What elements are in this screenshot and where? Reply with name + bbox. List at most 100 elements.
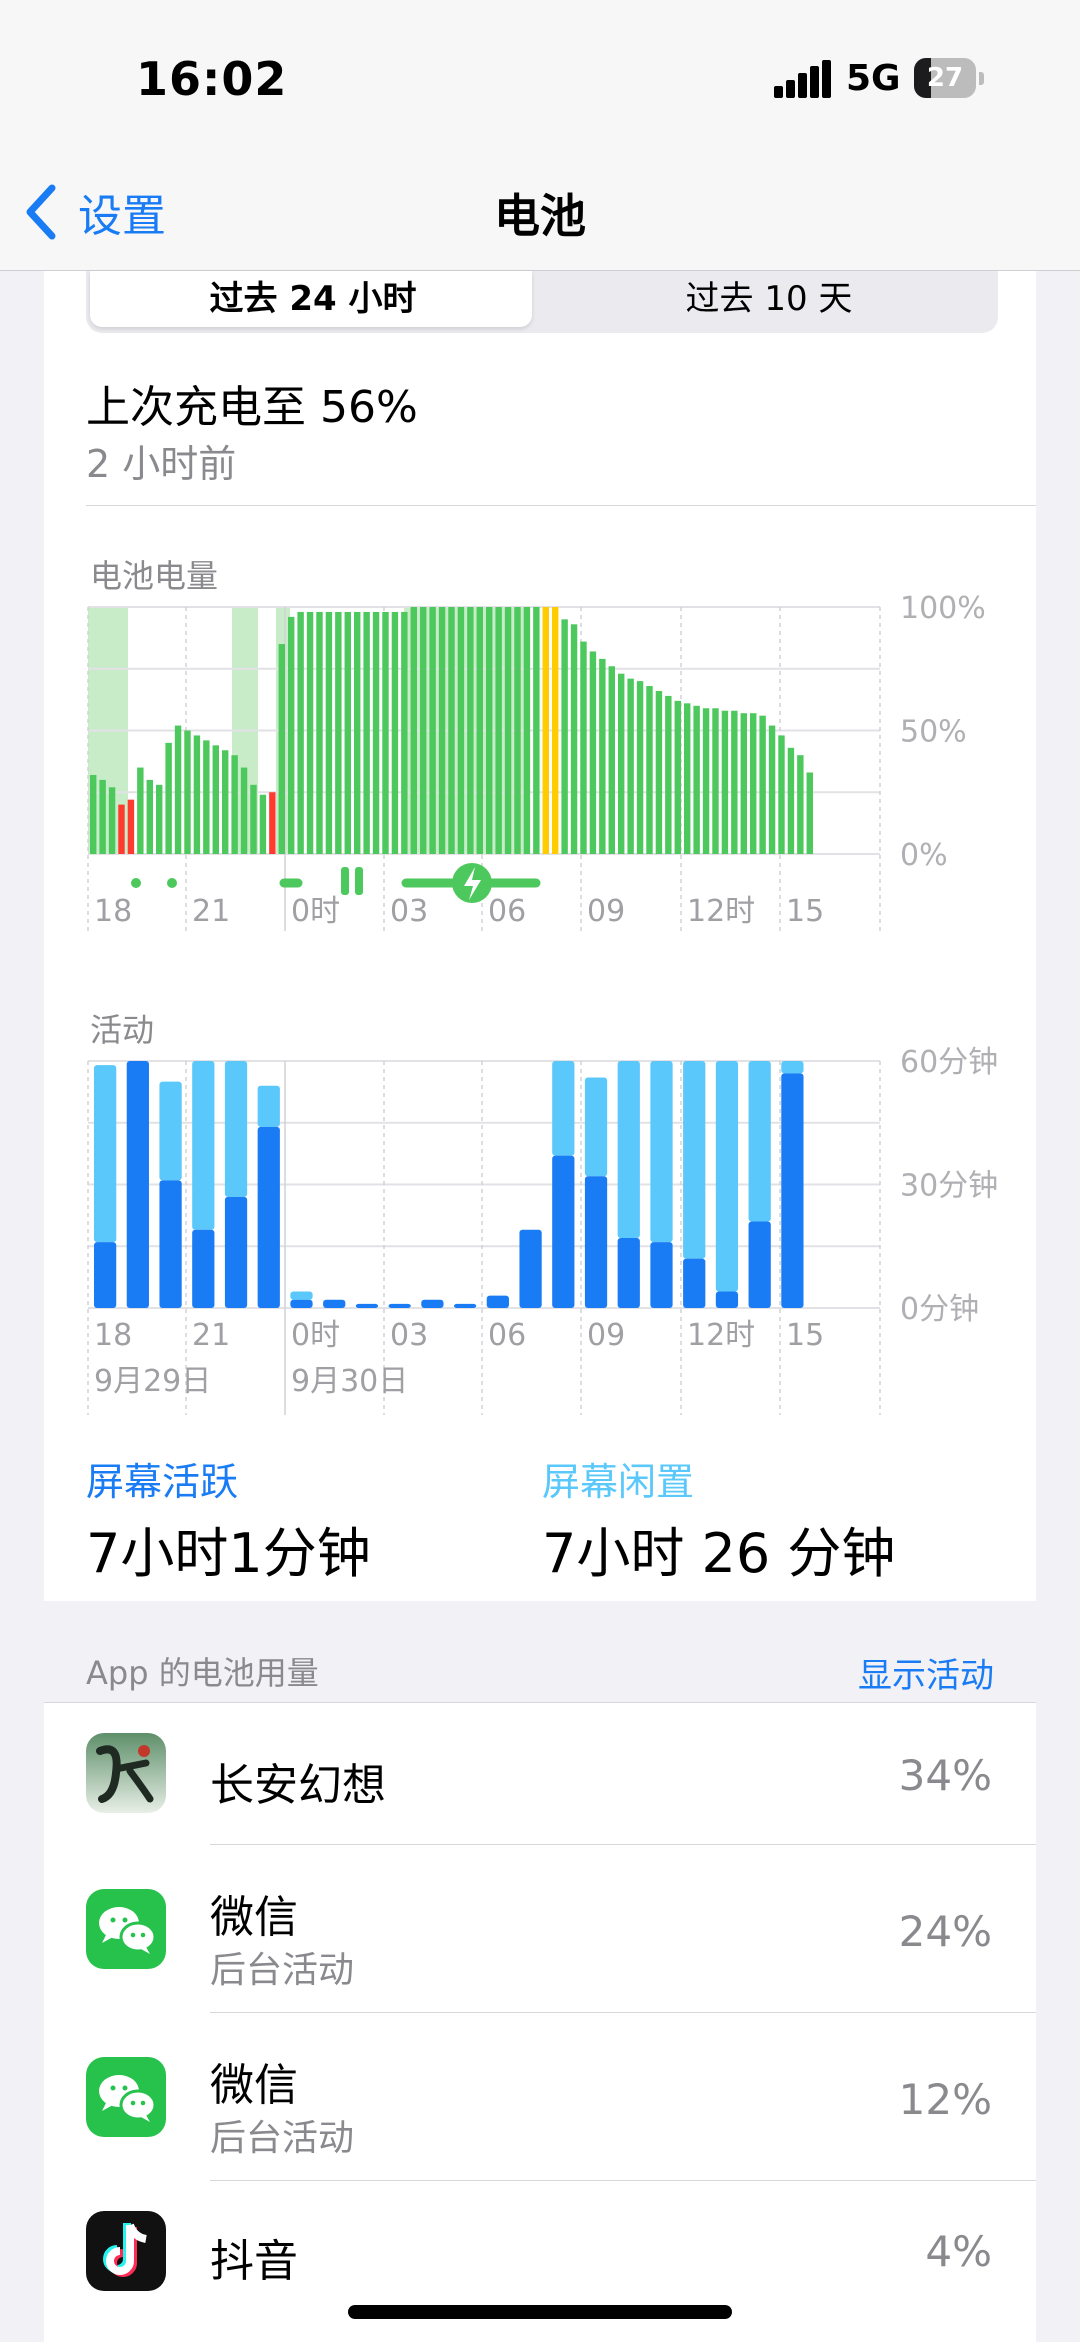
battery-bar (325, 611, 333, 854)
douyin-icon (86, 2211, 166, 2291)
battery-bar (156, 784, 163, 854)
battery-bar (429, 607, 436, 854)
active-bar (355, 1303, 379, 1308)
battery-bar (193, 735, 201, 854)
x-tick-label: 03 (390, 1318, 428, 1353)
active-bar (781, 1073, 804, 1308)
idle-bar (257, 1085, 280, 1127)
x-tick-label: 15 (786, 1318, 824, 1353)
app-subtitle: 后台活动 (210, 2118, 355, 2159)
battery-bar (363, 611, 370, 854)
screen-idle-value: 7小时 26 分钟 (542, 1522, 896, 1585)
battery-bar (184, 730, 191, 854)
app-usage-header: App 的电池用量 (86, 1654, 319, 1692)
battery-bar (401, 611, 408, 854)
idle-bar (683, 1061, 706, 1259)
screen-idle-label: 屏幕闲置 (542, 1460, 695, 1504)
x-tick-label: 09 (587, 1318, 625, 1353)
x-tick-label: 21 (192, 1318, 230, 1353)
idle-bar (584, 1077, 608, 1177)
battery-bar (523, 607, 531, 854)
app-row-douyin[interactable]: 抖音 4% (44, 2181, 1036, 2323)
y-tick-label: 0分钟 (900, 1292, 979, 1327)
app-name: 微信 (210, 1892, 298, 1943)
battery-bar (448, 607, 455, 854)
battery-bar (278, 644, 285, 854)
show-activity-button[interactable]: 显示活动 (858, 1648, 994, 1697)
active-bar (683, 1258, 706, 1308)
y-tick-label: 30分钟 (900, 1169, 998, 1204)
idle-bar (290, 1291, 313, 1300)
battery-bar (288, 616, 295, 854)
app-name: 抖音 (210, 2236, 298, 2287)
battery-bar (203, 740, 210, 854)
app-row-wechat-2[interactable]: 微信 后台活动 12% (44, 2013, 1036, 2181)
battery-bar (599, 658, 606, 854)
battery-bar (542, 607, 549, 854)
battery-bar (768, 725, 776, 854)
battery-bar (665, 695, 672, 854)
idle-bar (192, 1061, 215, 1230)
changan-game-icon (86, 1733, 166, 1813)
charge-marker (167, 878, 177, 888)
battery-level: 27 (926, 63, 964, 93)
battery-bar (552, 607, 559, 854)
battery-bar (231, 755, 238, 854)
battery-bar (608, 666, 615, 854)
battery-bar (797, 755, 804, 854)
active-bar (486, 1295, 509, 1308)
last-charge-time: 2 小时前 (86, 442, 237, 486)
pause-icon (355, 867, 363, 895)
screen-active-label: 屏幕活跃 (86, 1460, 239, 1504)
app-percent: 4% (925, 2227, 992, 2276)
battery-bar (476, 607, 483, 854)
app-row-wechat-1[interactable]: 微信 后台活动 24% (44, 1845, 1036, 2013)
tab-last-24-hours[interactable]: 过去 24 小时 (90, 271, 536, 327)
battery-bar (561, 619, 568, 854)
battery-bar (316, 611, 323, 854)
battery-bar (457, 607, 465, 854)
battery-bar (636, 681, 644, 854)
y-tick-label: 0% (900, 838, 948, 873)
network-type: 5G (846, 58, 901, 99)
active-bar (192, 1229, 215, 1308)
battery-bar (778, 735, 785, 854)
battery-bar (240, 767, 248, 854)
battery-bar (806, 772, 813, 854)
active-bar (388, 1303, 411, 1308)
date-label: 9月29日 (94, 1364, 211, 1399)
battery-bar (655, 690, 663, 854)
active-bar (224, 1196, 248, 1308)
idle-bar (159, 1081, 182, 1181)
idle-bar (781, 1061, 804, 1074)
battery-bar (486, 607, 493, 854)
active-bar (519, 1229, 542, 1308)
wechat-icon (86, 2057, 166, 2137)
idle-bar (748, 1061, 771, 1222)
idle-bar (94, 1065, 117, 1243)
app-row-changan[interactable]: 长安幻想 34% (44, 1703, 1036, 1845)
active-bar (584, 1176, 608, 1308)
battery-icon: 27 (914, 58, 986, 100)
battery-bar (787, 747, 795, 854)
tab-last-10-days[interactable]: 过去 10 天 (546, 271, 992, 327)
active-bar (126, 1061, 149, 1308)
battery-bar (137, 767, 144, 854)
x-tick-label: 15 (786, 894, 824, 929)
app-name: 长安幻想 (210, 1760, 386, 1811)
battery-bar (127, 799, 135, 854)
x-tick-label: 0时 (291, 1318, 340, 1353)
x-tick-label: 03 (390, 894, 428, 929)
screen-active-value: 7小时1分钟 (86, 1522, 371, 1585)
status-bar: 16:02 5G 27 (0, 0, 1080, 150)
active-bar (715, 1291, 739, 1308)
battery-card: 过去 24 小时 过去 10 天 上次充电至 56% 2 小时前 电池电量 10… (44, 271, 1036, 1601)
active-bar (617, 1238, 640, 1308)
active-bar (323, 1299, 346, 1308)
battery-bar (382, 611, 389, 854)
navigation-bar: 设置 电池 (0, 150, 1080, 271)
battery-bar (146, 779, 153, 854)
battery-bar (90, 774, 97, 854)
x-tick-label: 12时 (687, 1318, 755, 1353)
y-tick-label: 50% (900, 715, 967, 750)
